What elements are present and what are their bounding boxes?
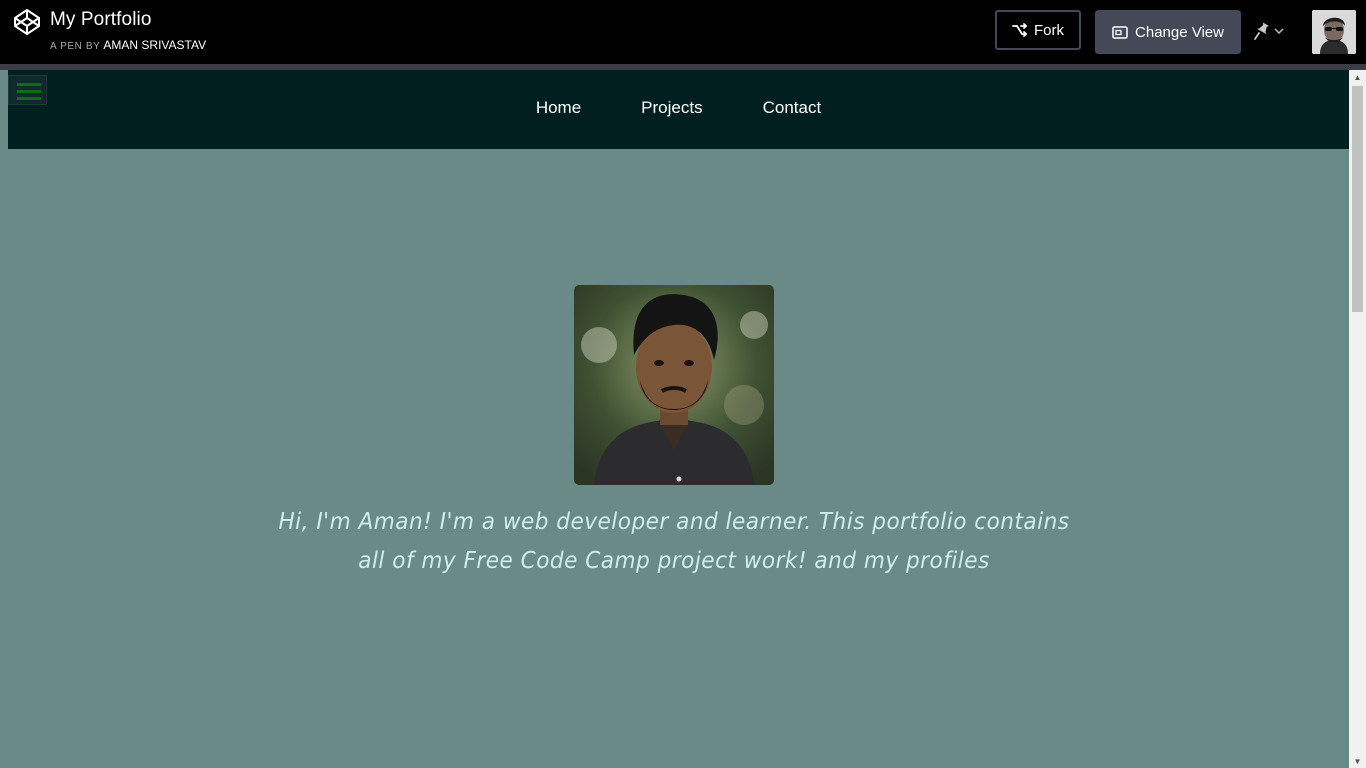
change-view-label: Change View (1135, 23, 1224, 41)
pin-menu-button[interactable] (1253, 18, 1287, 44)
pen-by-label: A PEN BY (50, 41, 101, 52)
site-navbar: Home Projects Contact (8, 70, 1349, 149)
fork-icon (1012, 23, 1028, 37)
nav-links: Home Projects Contact (8, 98, 1349, 118)
codepen-header: My Portfolio A PEN BY AMAN SRIVASTAV Fork… (0, 0, 1366, 64)
fork-label: Fork (1034, 21, 1064, 39)
chevron-down-icon (1274, 28, 1284, 34)
author-link[interactable]: AMAN SRIVASTAV (103, 38, 206, 52)
preview-scrollbar[interactable]: ▲ ▼ (1349, 70, 1366, 768)
intro-text: Hi, I'm Aman! I'm a web developer and le… (278, 509, 1070, 574)
pin-icon (1254, 22, 1269, 40)
window-icon (1112, 25, 1128, 39)
codepen-logo-icon[interactable] (13, 8, 41, 36)
pen-author-line: A PEN BY AMAN SRIVASTAV (50, 38, 206, 52)
nav-link-contact[interactable]: Contact (763, 98, 822, 118)
pen-preview: Home Projects Contact Hi, I'm Aman! I'm … (0, 70, 1349, 768)
profile-photo (574, 285, 774, 485)
nav-link-projects[interactable]: Projects (641, 98, 702, 118)
fork-button[interactable]: Fork (995, 10, 1081, 50)
scroll-thumb[interactable] (1352, 86, 1363, 312)
change-view-button[interactable]: Change View (1095, 10, 1241, 54)
user-avatar[interactable] (1312, 10, 1356, 54)
scroll-down-icon[interactable]: ▼ (1349, 754, 1366, 768)
scroll-up-icon[interactable]: ▲ (1349, 70, 1366, 84)
nav-link-home[interactable]: Home (536, 98, 581, 118)
pen-title: My Portfolio (50, 9, 152, 30)
